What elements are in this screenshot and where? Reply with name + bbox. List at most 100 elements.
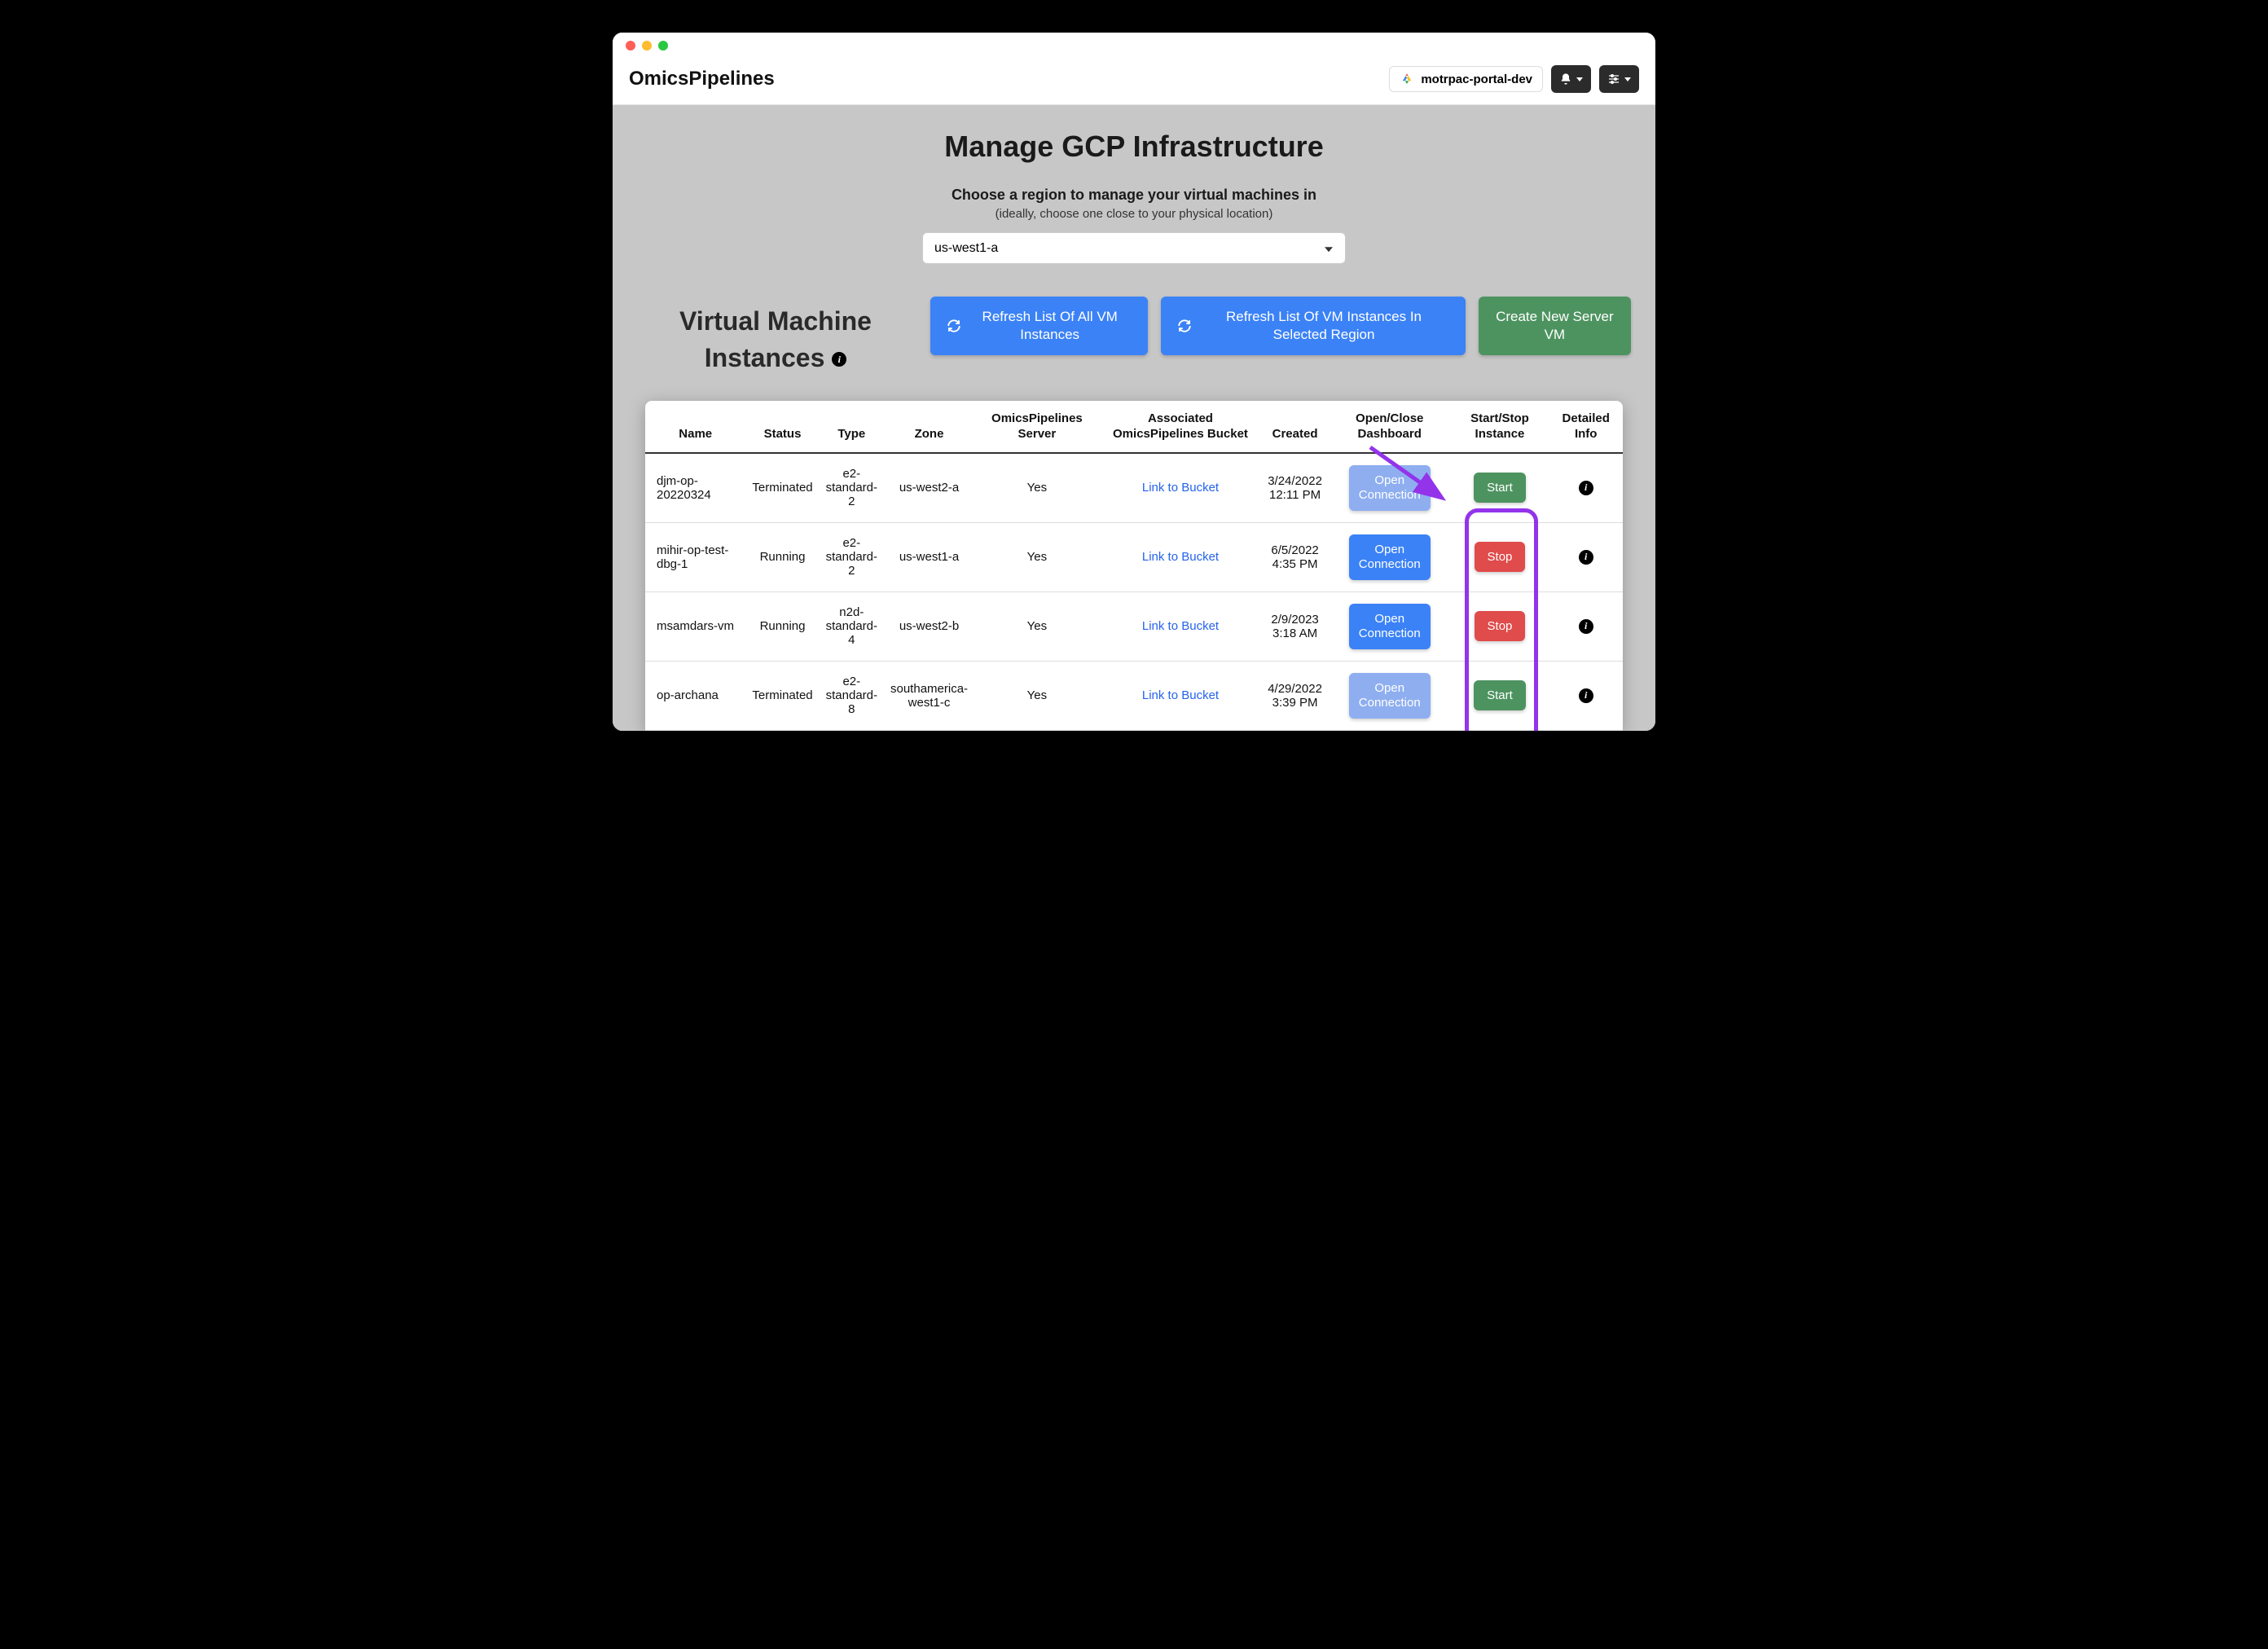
- project-name: motrpac-portal-dev: [1421, 73, 1532, 86]
- cell-dashboard: OpenConnection: [1329, 591, 1451, 661]
- bucket-link[interactable]: Link to Bucket: [1142, 550, 1219, 564]
- notifications-button[interactable]: [1551, 65, 1591, 93]
- cell-type: e2-standard-2: [820, 453, 884, 523]
- cell-type: n2d-standard-4: [820, 591, 884, 661]
- refresh-all-button[interactable]: Refresh List Of All VM Instances: [930, 297, 1148, 355]
- settings-button[interactable]: [1599, 65, 1639, 93]
- project-selector[interactable]: motrpac-portal-dev: [1389, 66, 1543, 92]
- section-heading: Virtual Machine Instances i: [637, 297, 914, 376]
- col-startstop: Start/Stop Instance: [1451, 401, 1549, 453]
- info-icon[interactable]: i: [1579, 550, 1593, 565]
- cell-created: 6/5/20224:35 PM: [1261, 522, 1329, 591]
- col-type: Type: [820, 401, 884, 453]
- mac-titlebar: [613, 33, 1655, 59]
- gcp-icon: [1400, 72, 1414, 86]
- info-icon[interactable]: i: [832, 352, 846, 367]
- cell-bucket: Link to Bucket: [1100, 661, 1261, 730]
- cell-name: op-archana: [645, 661, 745, 730]
- cell-server: Yes: [974, 591, 1100, 661]
- bucket-link[interactable]: Link to Bucket: [1142, 688, 1219, 702]
- cell-status: Running: [745, 591, 819, 661]
- region-select[interactable]: us-west1-a: [922, 232, 1346, 264]
- cell-bucket: Link to Bucket: [1100, 522, 1261, 591]
- app-header: OmicsPipelines motrpac-portal-dev: [613, 59, 1655, 105]
- cell-server: Yes: [974, 453, 1100, 523]
- table-row: mihir-op-test-dbg-1Runninge2-standard-2u…: [645, 522, 1623, 591]
- col-server: OmicsPipelines Server: [974, 401, 1100, 453]
- col-name: Name: [645, 401, 745, 453]
- cell-created: 3/24/202212:11 PM: [1261, 453, 1329, 523]
- cell-zone: us-west2-a: [884, 453, 974, 523]
- col-bucket: Associated OmicsPipelines Bucket: [1100, 401, 1261, 453]
- cell-startstop: Start: [1451, 661, 1549, 730]
- bell-icon: [1559, 73, 1572, 86]
- page-title: Manage GCP Infrastructure: [637, 130, 1631, 164]
- cell-dashboard: OpenConnection: [1329, 661, 1451, 730]
- refresh-icon: [1177, 319, 1192, 333]
- minimize-window-button[interactable]: [642, 41, 652, 51]
- table-row: djm-op-20220324Terminatede2-standard-2us…: [645, 453, 1623, 523]
- table-row: msamdars-vmRunningn2d-standard-4us-west2…: [645, 591, 1623, 661]
- cell-name: mihir-op-test-dbg-1: [645, 522, 745, 591]
- cell-name: msamdars-vm: [645, 591, 745, 661]
- cell-zone: us-west2-b: [884, 591, 974, 661]
- info-icon[interactable]: i: [1579, 481, 1593, 495]
- cell-server: Yes: [974, 661, 1100, 730]
- cell-startstop: Start: [1451, 453, 1549, 523]
- cell-detail: i: [1549, 522, 1623, 591]
- main-content: Manage GCP Infrastructure Choose a regio…: [613, 105, 1655, 731]
- col-created: Created: [1261, 401, 1329, 453]
- header-actions: motrpac-portal-dev: [1389, 65, 1639, 93]
- cell-dashboard: OpenConnection: [1329, 522, 1451, 591]
- cell-detail: i: [1549, 661, 1623, 730]
- cell-detail: i: [1549, 591, 1623, 661]
- refresh-region-button[interactable]: Refresh List Of VM Instances In Selected…: [1161, 297, 1465, 355]
- cell-created: 4/29/20223:39 PM: [1261, 661, 1329, 730]
- cell-status: Terminated: [745, 661, 819, 730]
- vm-table-container: Name Status Type Zone OmicsPipelines Ser…: [645, 401, 1623, 731]
- info-icon[interactable]: i: [1579, 619, 1593, 634]
- cell-bucket: Link to Bucket: [1100, 453, 1261, 523]
- cell-status: Running: [745, 522, 819, 591]
- cell-zone: southamerica-west1-c: [884, 661, 974, 730]
- table-row: op-archanaTerminatede2-standard-8southam…: [645, 661, 1623, 730]
- bucket-link[interactable]: Link to Bucket: [1142, 619, 1219, 633]
- chevron-down-icon: [1624, 77, 1631, 81]
- action-buttons: Refresh List Of All VM Instances Refresh…: [930, 297, 1631, 355]
- cell-bucket: Link to Bucket: [1100, 591, 1261, 661]
- cell-zone: us-west1-a: [884, 522, 974, 591]
- cell-dashboard: OpenConnection: [1329, 453, 1451, 523]
- bucket-link[interactable]: Link to Bucket: [1142, 481, 1219, 495]
- region-label: Choose a region to manage your virtual m…: [637, 187, 1631, 204]
- close-window-button[interactable]: [626, 41, 635, 51]
- start-button[interactable]: Start: [1474, 680, 1526, 710]
- open-connection-button[interactable]: OpenConnection: [1349, 534, 1431, 580]
- cell-startstop: Stop: [1451, 522, 1549, 591]
- create-vm-button[interactable]: Create New Server VM: [1479, 297, 1631, 355]
- cell-created: 2/9/20233:18 AM: [1261, 591, 1329, 661]
- cell-startstop: Stop: [1451, 591, 1549, 661]
- open-connection-button: OpenConnection: [1349, 465, 1431, 511]
- col-zone: Zone: [884, 401, 974, 453]
- stop-button[interactable]: Stop: [1475, 611, 1526, 641]
- col-dashboard: Open/Close Dashboard: [1329, 401, 1451, 453]
- vm-table: Name Status Type Zone OmicsPipelines Ser…: [645, 401, 1623, 731]
- vm-section-header: Virtual Machine Instances i Refresh List…: [637, 297, 1631, 376]
- open-connection-button: OpenConnection: [1349, 673, 1431, 719]
- cell-name: djm-op-20220324: [645, 453, 745, 523]
- col-detail: Detailed Info: [1549, 401, 1623, 453]
- cell-status: Terminated: [745, 453, 819, 523]
- col-status: Status: [745, 401, 819, 453]
- stop-button[interactable]: Stop: [1475, 542, 1526, 572]
- maximize-window-button[interactable]: [658, 41, 668, 51]
- app-window: OmicsPipelines motrpac-portal-dev: [613, 33, 1655, 731]
- brand-title: OmicsPipelines: [629, 68, 775, 90]
- cell-type: e2-standard-8: [820, 661, 884, 730]
- cell-type: e2-standard-2: [820, 522, 884, 591]
- chevron-down-icon: [1576, 77, 1583, 81]
- info-icon[interactable]: i: [1579, 688, 1593, 703]
- cell-server: Yes: [974, 522, 1100, 591]
- open-connection-button[interactable]: OpenConnection: [1349, 604, 1431, 649]
- sliders-icon: [1607, 73, 1620, 86]
- start-button[interactable]: Start: [1474, 473, 1526, 503]
